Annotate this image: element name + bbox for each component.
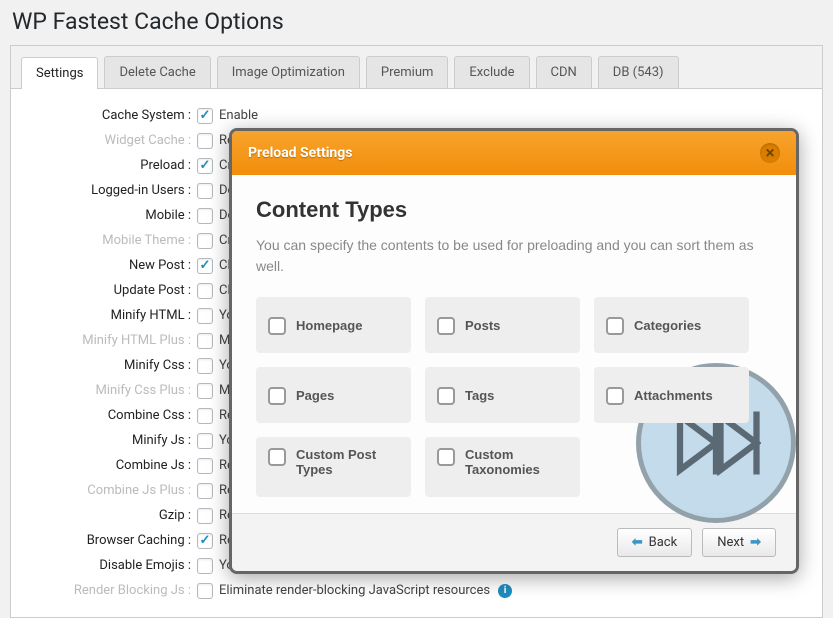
checkbox[interactable] <box>197 583 213 599</box>
setting-text: Enable <box>219 108 258 123</box>
close-icon[interactable]: ✕ <box>760 143 780 163</box>
checkbox[interactable] <box>606 387 624 405</box>
setting-label: Minify Css : <box>31 358 191 373</box>
setting-text: Eliminate render-blocking JavaScript res… <box>219 583 490 598</box>
arrow-right-icon: ➡ <box>750 535 761 550</box>
checkbox[interactable] <box>197 433 213 449</box>
tabs-bar: SettingsDelete CacheImage OptimizationPr… <box>11 46 822 89</box>
content-type-categories[interactable]: Categories <box>594 297 749 353</box>
checkbox[interactable] <box>197 133 213 149</box>
setting-label: Combine Css : <box>31 408 191 423</box>
content-type-label: Tags <box>465 388 494 403</box>
checkbox[interactable] <box>606 317 624 335</box>
tab-db-543-[interactable]: DB (543) <box>598 56 679 88</box>
arrow-left-icon: ⬅ <box>632 535 643 550</box>
checkbox[interactable] <box>268 387 286 405</box>
content-type-custom-taxonomies[interactable]: Custom Taxonomies <box>425 437 580 497</box>
modal-header: Preload Settings ✕ <box>232 131 796 175</box>
content-type-pages[interactable]: Pages <box>256 367 411 423</box>
checkbox[interactable] <box>197 233 213 249</box>
checkbox[interactable] <box>268 317 286 335</box>
tab-premium[interactable]: Premium <box>366 56 449 88</box>
content-type-attachments[interactable]: Attachments <box>594 367 749 423</box>
setting-label: Render Blocking Js : <box>31 583 191 598</box>
checkbox[interactable] <box>197 358 213 374</box>
setting-label: Widget Cache : <box>31 133 191 148</box>
setting-row: Cache System : Enable <box>31 103 802 128</box>
checkbox[interactable] <box>197 483 213 499</box>
checkbox[interactable] <box>197 283 213 299</box>
modal-heading: Content Types <box>256 197 772 223</box>
tab-image-optimization[interactable]: Image Optimization <box>217 56 360 88</box>
checkbox[interactable] <box>197 158 213 174</box>
tab-cdn[interactable]: CDN <box>536 56 592 88</box>
setting-label: Cache System : <box>31 108 191 123</box>
content-type-custom-post-types[interactable]: Custom Post Types <box>256 437 411 497</box>
setting-label: Mobile : <box>31 208 191 223</box>
setting-label: Browser Caching : <box>31 533 191 548</box>
preload-settings-modal: Preload Settings ✕ Content Types You can… <box>229 128 799 574</box>
checkbox[interactable] <box>437 387 455 405</box>
content-type-label: Custom Post Types <box>296 447 399 477</box>
setting-label: Minify HTML Plus : <box>31 333 191 348</box>
setting-label: Preload : <box>31 158 191 173</box>
setting-label: Minify Css Plus : <box>31 383 191 398</box>
tab-exclude[interactable]: Exclude <box>454 56 529 88</box>
content-type-tags[interactable]: Tags <box>425 367 580 423</box>
setting-label: Combine Js Plus : <box>31 483 191 498</box>
checkbox[interactable] <box>197 308 213 324</box>
checkbox[interactable] <box>197 458 213 474</box>
setting-label: Gzip : <box>31 508 191 523</box>
content-type-label: Categories <box>634 318 701 333</box>
checkbox[interactable] <box>437 448 455 466</box>
next-button-label: Next <box>717 535 744 550</box>
modal-body: Content Types You can specify the conten… <box>232 175 796 513</box>
content-type-label: Homepage <box>296 318 362 333</box>
setting-label: Logged-in Users : <box>31 183 191 198</box>
checkbox[interactable] <box>197 558 213 574</box>
content-type-label: Posts <box>465 318 500 333</box>
checkbox[interactable] <box>197 533 213 549</box>
setting-label: Combine Js : <box>31 458 191 473</box>
checkbox[interactable] <box>197 508 213 524</box>
checkbox[interactable] <box>197 333 213 349</box>
modal-description: You can specify the contents to be used … <box>256 235 772 277</box>
setting-label: New Post : <box>31 258 191 273</box>
back-button[interactable]: ⬅ Back <box>617 528 692 557</box>
content-type-homepage[interactable]: Homepage <box>256 297 411 353</box>
next-button[interactable]: Next ➡ <box>702 528 776 557</box>
modal-title: Preload Settings <box>248 145 352 161</box>
checkbox[interactable] <box>197 208 213 224</box>
content-type-label: Attachments <box>634 388 713 403</box>
content-types-grid: Homepage Posts Categories Pages Tags Attachme… <box>256 297 772 497</box>
checkbox[interactable] <box>197 108 213 124</box>
tab-delete-cache[interactable]: Delete Cache <box>104 56 210 88</box>
content-type-label: Custom Taxonomies <box>465 447 568 477</box>
back-button-label: Back <box>649 535 678 550</box>
setting-row: Render Blocking Js : Eliminate render-blo… <box>31 578 802 603</box>
checkbox[interactable] <box>197 408 213 424</box>
checkbox[interactable] <box>197 383 213 399</box>
content-type-posts[interactable]: Posts <box>425 297 580 353</box>
tab-settings[interactable]: Settings <box>21 57 98 89</box>
setting-label: Minify Js : <box>31 433 191 448</box>
page-title: WP Fastest Cache Options <box>0 0 833 45</box>
content-type-label: Pages <box>296 388 334 403</box>
setting-label: Disable Emojis : <box>31 558 191 573</box>
checkbox[interactable] <box>197 183 213 199</box>
info-icon[interactable]: i <box>498 584 512 598</box>
checkbox[interactable] <box>197 258 213 274</box>
checkbox[interactable] <box>437 317 455 335</box>
setting-label: Minify HTML : <box>31 308 191 323</box>
setting-label: Update Post : <box>31 283 191 298</box>
setting-label: Mobile Theme : <box>31 233 191 248</box>
checkbox[interactable] <box>268 448 286 466</box>
